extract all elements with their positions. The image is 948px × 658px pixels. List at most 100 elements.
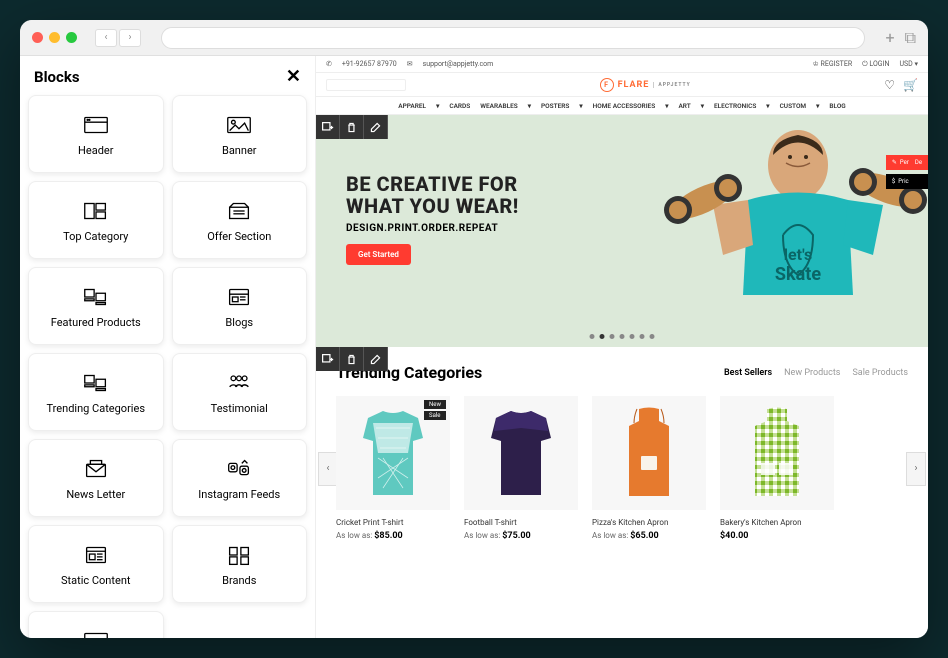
block-featured-products[interactable]: Featured Products — [28, 267, 164, 345]
stack-icon[interactable]: ⧉ — [905, 28, 916, 48]
get-started-button[interactable]: Get Started — [346, 244, 411, 265]
block-label: News Letter — [66, 488, 125, 501]
tab-new-products[interactable]: New Products — [784, 368, 840, 378]
dot[interactable] — [630, 334, 635, 339]
block-label: Top Category — [63, 230, 128, 243]
block-instagram-feeds[interactable]: Instagram Feeds — [172, 439, 308, 517]
delete-button[interactable] — [340, 347, 364, 371]
block-footer[interactable]: Footer — [28, 611, 164, 638]
product-name: Cricket Print T-shirt — [336, 518, 450, 527]
product-card[interactable]: NewSale Cricket Print T-shirt As low as:… — [336, 396, 450, 541]
product-name: Football T-shirt — [464, 518, 578, 527]
tag-red[interactable]: ✎ PerDe — [886, 155, 928, 170]
hero-text: BE CREATIVE FOR WHAT YOU WEAR! DESIGN.PR… — [346, 173, 519, 265]
trending-section: Trending Categories Best Sellers New Pro… — [316, 347, 928, 557]
product-price: As low as: $75.00 — [464, 531, 578, 541]
carousel-prev[interactable]: ‹ — [318, 452, 338, 486]
maximize-dot[interactable] — [66, 32, 77, 43]
svg-text:Skate: Skate — [775, 264, 821, 285]
badge-sale: Sale — [424, 411, 446, 420]
close-dot[interactable] — [32, 32, 43, 43]
block-newsletter[interactable]: News Letter — [28, 439, 164, 517]
block-header[interactable]: Header — [28, 95, 164, 173]
block-trending-categories[interactable]: Trending Categories — [28, 353, 164, 431]
block-label: Featured Products — [51, 316, 141, 329]
close-icon[interactable]: ✕ — [286, 66, 301, 87]
edit-button[interactable] — [364, 115, 388, 139]
delete-button[interactable] — [340, 115, 364, 139]
email-icon: ✉ — [407, 60, 413, 68]
site-logo[interactable]: F FLARE APPJETTY — [600, 78, 691, 92]
menu-wearables[interactable]: WEARABLES — [480, 102, 517, 110]
titlebar-icons: + ⧉ — [885, 28, 916, 48]
product-name: Pizza's Kitchen Apron — [592, 518, 706, 527]
dot[interactable] — [650, 334, 655, 339]
block-blogs[interactable]: Blogs — [172, 267, 308, 345]
tab-best-sellers[interactable]: Best Sellers — [724, 368, 772, 378]
block-label: Blogs — [225, 316, 253, 329]
menu-custom[interactable]: CUSTOM — [780, 102, 807, 110]
menu-art[interactable]: ART — [678, 102, 690, 110]
product-image: NewSale — [336, 396, 450, 510]
blocks-sidebar: Blocks ✕ Header Banner Top Category Offe… — [20, 56, 316, 638]
block-brands[interactable]: Brands — [172, 525, 308, 603]
menu-home[interactable]: HOME ACCESSORIES — [593, 102, 656, 110]
phone-icon: ✆ — [326, 60, 332, 68]
dot-active[interactable] — [600, 334, 605, 339]
product-image — [592, 396, 706, 510]
product-card[interactable]: Pizza's Kitchen Apron As low as: $65.00 — [592, 396, 706, 541]
wishlist-icon[interactable]: ♡ — [884, 78, 895, 92]
block-offer-section[interactable]: Offer Section — [172, 181, 308, 259]
block-testimonial[interactable]: Testimonial — [172, 353, 308, 431]
plus-icon[interactable]: + — [885, 28, 894, 48]
product-image — [720, 396, 834, 510]
product-tabs: Best Sellers New Products Sale Products — [724, 368, 908, 378]
block-label: Banner — [222, 144, 257, 157]
login-link[interactable]: ⏻ LOGIN — [862, 60, 889, 69]
product-card[interactable]: Bakery's Kitchen Apron $40.00 — [720, 396, 834, 541]
products-row: ‹ › NewSale Cricket Print T-shirt As low… — [336, 396, 908, 541]
hero-subtitle: DESIGN.PRINT.ORDER.REPEAT — [346, 223, 519, 234]
block-static-content[interactable]: Static Content — [28, 525, 164, 603]
browser-window: ‹ › + ⧉ Blocks ✕ Header Banner Top Categ… — [20, 20, 928, 638]
dot[interactable] — [590, 334, 595, 339]
menu-electronics[interactable]: ELECTRONICS — [714, 102, 756, 110]
back-button[interactable]: ‹ — [95, 29, 117, 47]
block-label: Instagram Feeds — [198, 488, 280, 501]
url-bar[interactable] — [161, 27, 865, 49]
menu-blog[interactable]: BLOG — [829, 102, 845, 110]
block-banner[interactable]: Banner — [172, 95, 308, 173]
menu-apparel[interactable]: APPAREL — [398, 102, 426, 110]
logo-icon: F — [600, 78, 614, 92]
add-block-button[interactable] — [316, 347, 340, 371]
currency-select[interactable]: USD ▾ — [899, 60, 918, 68]
register-link[interactable]: ♔ REGISTER — [813, 60, 853, 68]
product-price: $40.00 — [720, 531, 834, 541]
search-input[interactable] — [326, 79, 406, 91]
dot[interactable] — [640, 334, 645, 339]
dot[interactable] — [610, 334, 615, 339]
menu-cards[interactable]: CARDS — [449, 102, 470, 110]
block-label: Trending Categories — [47, 402, 146, 415]
product-price: As low as: $85.00 — [336, 531, 450, 541]
cart-icon[interactable]: 🛒 — [903, 78, 918, 92]
hero-image: let's Skate — [618, 115, 928, 347]
logo-partner: APPJETTY — [653, 82, 690, 88]
edit-button[interactable] — [364, 347, 388, 371]
content: Blocks ✕ Header Banner Top Category Offe… — [20, 56, 928, 638]
product-card[interactable]: Football T-shirt As low as: $75.00 — [464, 396, 578, 541]
block-label: Testimonial — [211, 402, 268, 415]
dot[interactable] — [620, 334, 625, 339]
carousel-next[interactable]: › — [906, 452, 926, 486]
product-price: As low as: $65.00 — [592, 531, 706, 541]
forward-button[interactable]: › — [119, 29, 141, 47]
add-block-button[interactable] — [316, 115, 340, 139]
edit-toolbar — [316, 115, 388, 139]
side-tags: ✎ PerDe $ Pric — [886, 155, 928, 189]
tab-sale-products[interactable]: Sale Products — [852, 368, 908, 378]
menu-posters[interactable]: POSTERS — [541, 102, 569, 110]
tag-dark[interactable]: $ Pric — [886, 174, 928, 189]
block-top-category[interactable]: Top Category — [28, 181, 164, 259]
block-label: Offer Section — [207, 230, 271, 243]
minimize-dot[interactable] — [49, 32, 60, 43]
